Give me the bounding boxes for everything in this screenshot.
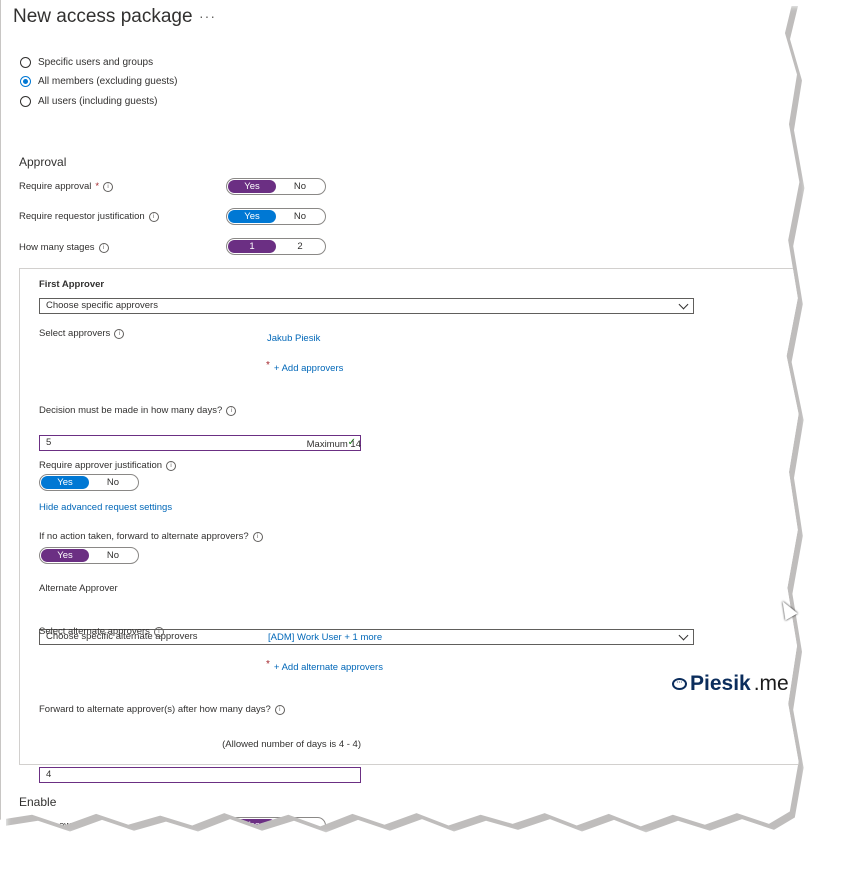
add-alternate-link[interactable]: + Add alternate approvers: [274, 662, 383, 673]
enable-heading: Enable: [19, 795, 57, 809]
requestor-justification-label: Require requestor justification i: [19, 211, 159, 222]
more-options-button[interactable]: ···: [199, 8, 216, 24]
first-approver-dropdown[interactable]: Choose specific approvers: [39, 298, 694, 314]
radio-all-users[interactable]: All users (including guests): [20, 96, 158, 107]
select-approvers-label: Select approvers i: [39, 328, 125, 339]
radio-all-members[interactable]: All members (excluding guests): [20, 76, 178, 87]
hide-advanced-link[interactable]: Hide advanced request settings: [39, 502, 172, 513]
stages-label: How many stages i: [19, 242, 109, 253]
info-icon[interactable]: i: [103, 181, 114, 192]
require-approval-toggle[interactable]: Yes No: [226, 178, 326, 195]
toggle-yes[interactable]: Yes: [41, 476, 89, 489]
approver-justification-label: Require approver justification i: [39, 460, 177, 471]
forward-days-label: Forward to alternate approver(s) after h…: [39, 704, 285, 715]
radio-specific-users[interactable]: Specific users and groups: [20, 57, 153, 68]
chat-bubble-icon: ···: [672, 678, 687, 690]
toggle-no[interactable]: No: [276, 180, 324, 193]
stage-1-option[interactable]: 1: [228, 240, 276, 253]
required-marker: *: [95, 181, 100, 192]
panel: New access package ··· Specific users an…: [0, 0, 800, 827]
approval-heading: Approval: [19, 155, 67, 169]
watermark-logo: ··· Piesik .me: [672, 672, 789, 696]
radio-label: All users (including guests): [38, 96, 158, 107]
radio-circle[interactable]: [20, 96, 31, 107]
toggle-yes[interactable]: Yes: [228, 210, 276, 223]
toggle-yes[interactable]: Yes: [41, 549, 89, 562]
add-approvers-row: * + Add approvers: [266, 360, 343, 374]
require-approval-label: Require approval * i: [19, 181, 114, 192]
add-alternate-row: * + Add alternate approvers: [266, 659, 383, 673]
select-alternate-label: Select alternate approvers i: [39, 626, 164, 637]
info-icon[interactable]: i: [148, 211, 159, 222]
info-icon[interactable]: i: [114, 328, 125, 339]
selected-approver-link[interactable]: Jakub Piesik: [267, 333, 320, 344]
toggle-no[interactable]: No: [89, 549, 137, 562]
toggle-no[interactable]: No: [89, 476, 137, 489]
stage-2-option[interactable]: 2: [276, 240, 324, 253]
info-icon[interactable]: i: [274, 704, 285, 715]
toggle-no[interactable]: No: [276, 210, 324, 223]
forward-alternate-toggle[interactable]: Yes No: [39, 547, 139, 564]
radio-circle[interactable]: [20, 57, 31, 68]
info-icon[interactable]: i: [252, 531, 263, 542]
chevron-down-icon: [678, 630, 689, 641]
info-icon[interactable]: i: [153, 626, 164, 637]
decision-days-label: Decision must be made in how many days? …: [39, 405, 237, 416]
radio-label: All members (excluding guests): [38, 76, 178, 87]
forward-days-input[interactable]: 4: [39, 767, 361, 783]
info-icon[interactable]: i: [226, 405, 237, 416]
requestor-justification-toggle[interactable]: Yes No: [226, 208, 326, 225]
decision-days-hint: Maximum 14: [306, 439, 361, 450]
forward-days-hint: (Allowed number of days is 4 - 4): [222, 739, 361, 750]
selected-alternate-link[interactable]: [ADM] Work User + 1 more: [268, 632, 382, 643]
info-icon[interactable]: i: [166, 460, 177, 471]
radio-circle-selected[interactable]: [20, 76, 31, 87]
toggle-yes[interactable]: Yes: [228, 180, 276, 193]
stages-toggle[interactable]: 1 2: [226, 238, 326, 255]
radio-label: Specific users and groups: [38, 57, 154, 68]
approver-justification-toggle[interactable]: Yes No: [39, 474, 139, 491]
add-approvers-link[interactable]: + Add approvers: [274, 363, 343, 374]
required-marker: *: [266, 360, 270, 371]
alternate-approver-heading: Alternate Approver: [39, 583, 118, 594]
first-approver-heading: First Approver: [39, 279, 105, 290]
forward-alternate-label: If no action taken, forward to alternate…: [39, 531, 263, 542]
info-icon[interactable]: i: [98, 242, 109, 253]
required-marker: *: [266, 659, 270, 670]
page-title: New access package: [13, 6, 193, 27]
chevron-down-icon: [678, 299, 689, 310]
